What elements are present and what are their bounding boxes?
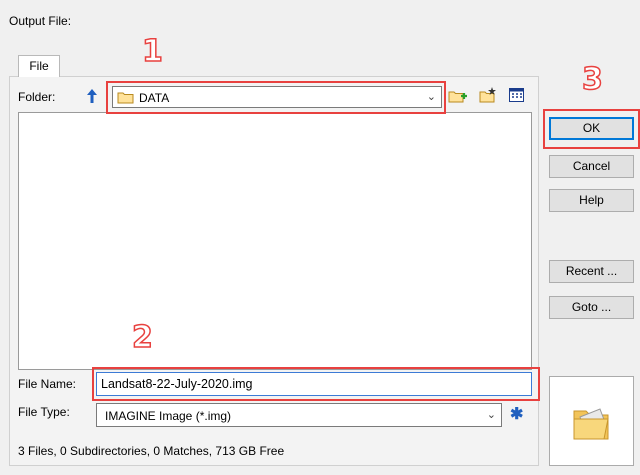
details-view-icon[interactable] — [508, 86, 526, 104]
goto-button[interactable]: Goto ... — [549, 296, 634, 319]
chevron-down-icon: ⌄ — [486, 409, 496, 421]
status-text: 3 Files, 0 Subdirectories, 0 Matches, 71… — [18, 444, 285, 458]
preview-pane — [549, 376, 634, 466]
annotation-box-ok — [543, 109, 640, 149]
preview-folder-icon — [570, 399, 614, 446]
recent-button[interactable]: Recent ... — [549, 260, 634, 283]
file-type-label: File Type: — [18, 405, 70, 419]
annotation-box-folder — [106, 81, 446, 114]
folder-label: Folder: — [18, 90, 56, 104]
annotation-box-file-name — [92, 367, 540, 401]
annotation-number-2: 2 — [131, 319, 153, 356]
file-type-dropdown[interactable]: IMAGINE Image (*.img) ⌄ — [96, 403, 502, 427]
file-name-label: File Name: — [18, 377, 77, 391]
dialog-title: Output File: — [9, 14, 72, 28]
annotation-number-1: 1 — [141, 33, 163, 70]
tab-file[interactable]: File — [18, 55, 60, 77]
file-list[interactable] — [18, 112, 532, 370]
up-arrow-icon[interactable] — [84, 87, 100, 105]
folder-star-icon[interactable] — [478, 86, 498, 104]
new-folder-icon[interactable] — [448, 87, 468, 105]
file-type-value: IMAGINE Image (*.img) — [105, 409, 232, 423]
help-button[interactable]: Help — [549, 189, 634, 212]
annotation-number-3: 3 — [581, 61, 603, 98]
asterisk-icon[interactable]: ✱ — [510, 404, 523, 424]
cancel-button[interactable]: Cancel — [549, 155, 634, 178]
